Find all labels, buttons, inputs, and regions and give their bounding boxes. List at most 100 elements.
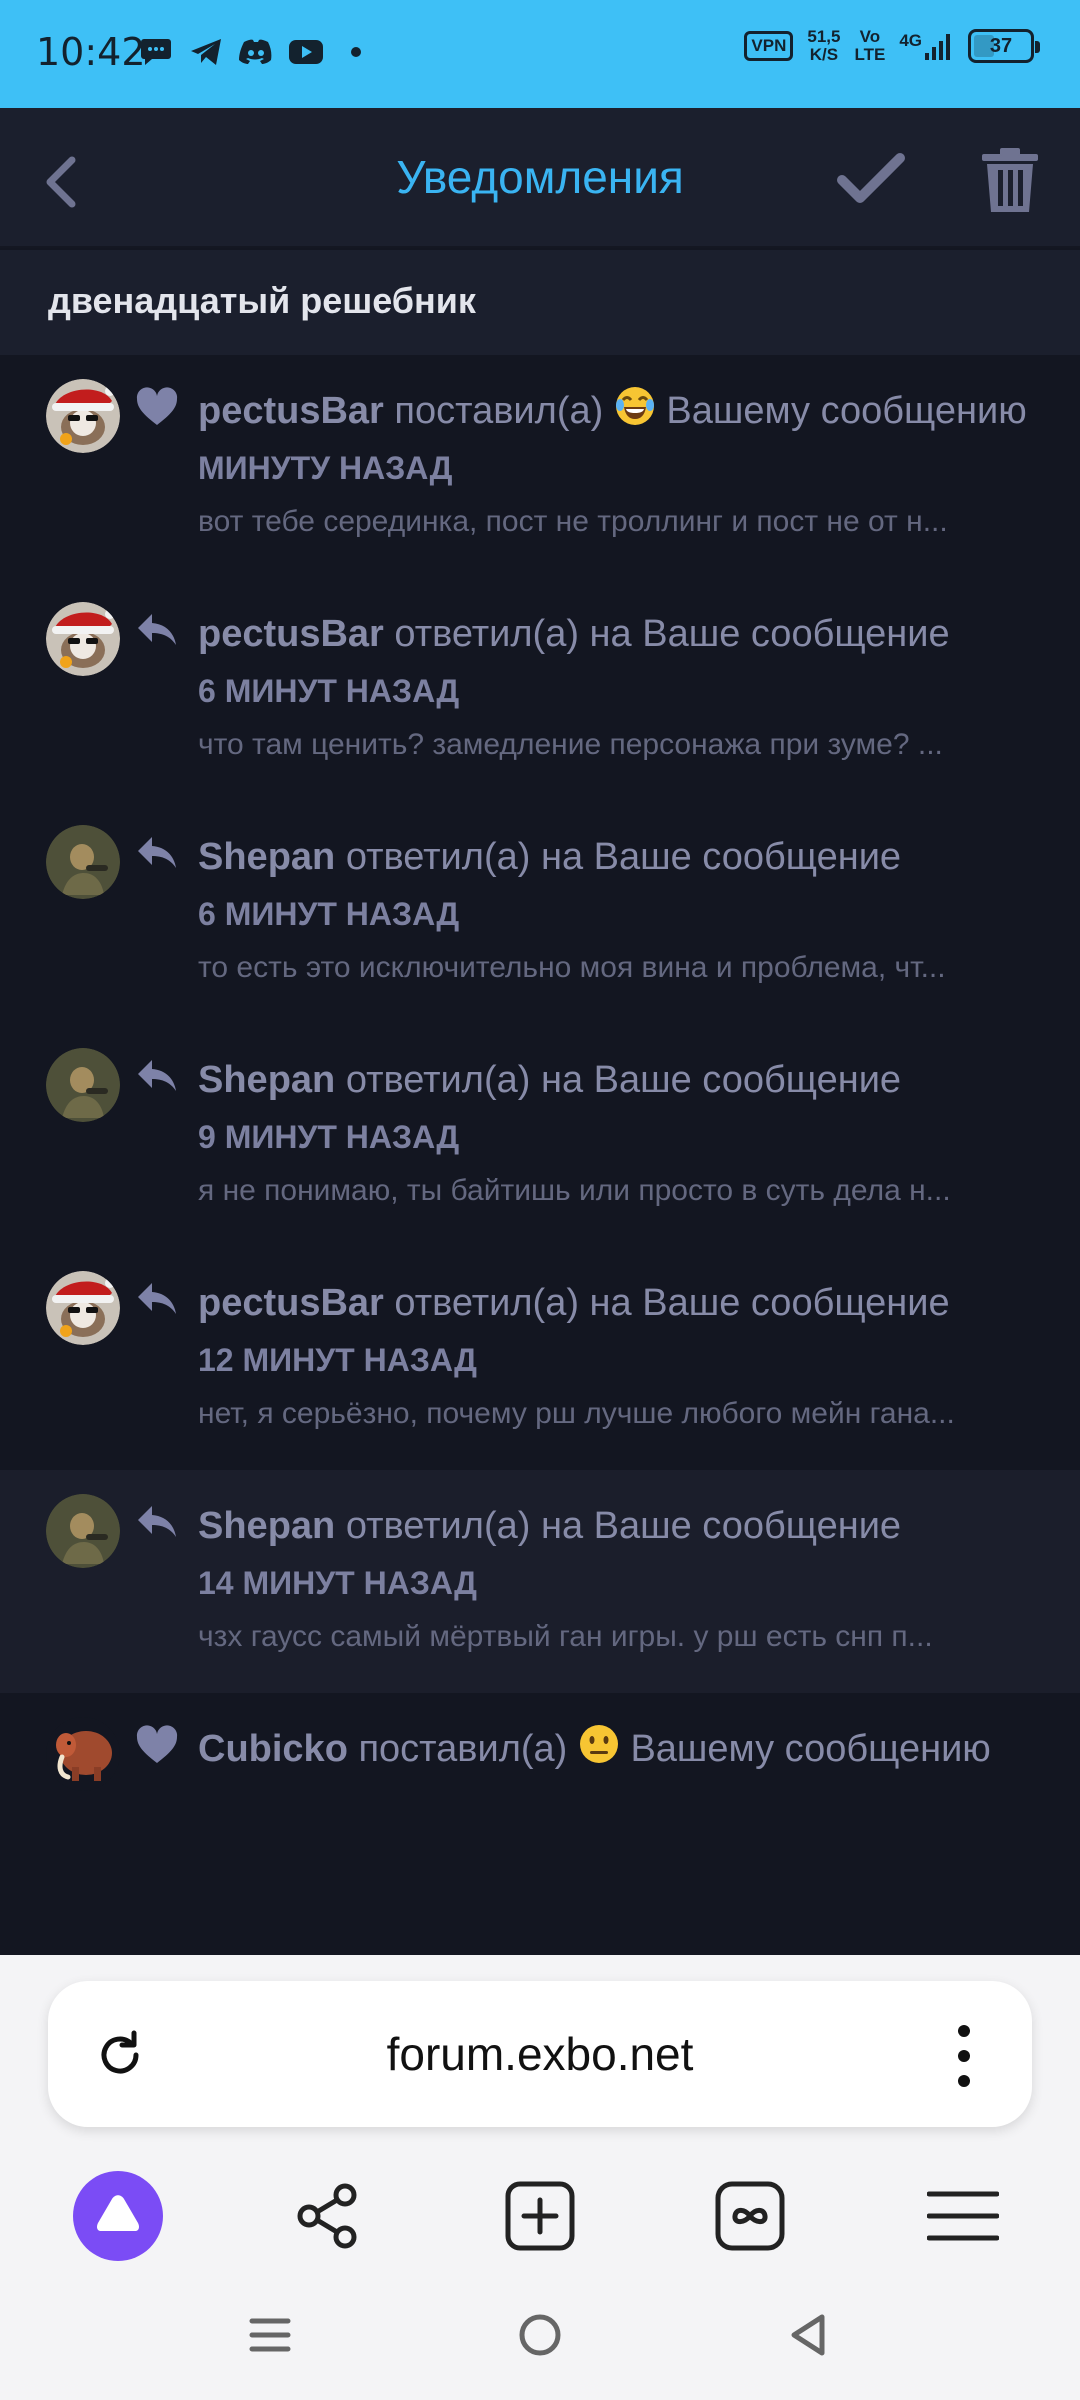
notification-icons — [138, 34, 374, 70]
address-bar[interactable]: forum.exbo.net — [48, 1981, 1032, 2127]
alice-assistant-button[interactable] — [71, 2169, 165, 2263]
notification-username[interactable]: Cubicko — [198, 1728, 348, 1770]
battery-icon: 37 — [968, 29, 1040, 63]
notification-item[interactable]: pectusBar ответил(а) на Ваше сообщение 6 … — [0, 578, 1080, 801]
new-tab-icon — [505, 2181, 575, 2251]
notification-item[interactable]: Shepan ответил(а) на Ваше сообщение 6 МИН… — [0, 801, 1080, 1024]
browser-menu-button[interactable] — [916, 2169, 1010, 2263]
url-text[interactable]: forum.exbo.net — [48, 2027, 1032, 2081]
notification-list: pectusBar поставил(а) Вашему сообщению МИ… — [0, 355, 1080, 1955]
trash-icon — [982, 148, 1038, 212]
hamburger-menu-icon — [927, 2191, 999, 2241]
notification-username[interactable]: Shepan — [198, 836, 335, 878]
notification-action: ответил(а) на Ваше сообщение — [394, 613, 950, 655]
system-navigation — [0, 2275, 1080, 2400]
notification-rest: Вашему сообщению — [630, 1728, 991, 1770]
notification-time: 14 МИНУТ НАЗАД — [198, 1565, 477, 1601]
reply-icon — [134, 831, 180, 877]
santa-hat-avatar[interactable] — [46, 379, 120, 453]
notification-item[interactable]: pectusBar поставил(а) Вашему сообщению МИ… — [0, 355, 1080, 578]
status-bar: 10:42 VPN 51,5 K/S Vo LTE 4G 37 — [0, 0, 1080, 108]
soldier-avatar[interactable] — [46, 1494, 120, 1568]
notification-text: Shepan ответил(а) на Ваше сообщение — [198, 1052, 1040, 1109]
notification-item[interactable]: Shepan ответил(а) на Ваше сообщение 9 МИН… — [0, 1024, 1080, 1247]
alice-assistant-icon — [73, 2171, 163, 2261]
volte-top: Vo — [859, 27, 881, 46]
recents-icon[interactable] — [240, 2305, 300, 2365]
youtube-icon — [288, 34, 324, 70]
notification-text: Shepan ответил(а) на Ваше сообщение — [198, 1498, 1040, 1555]
notification-username[interactable]: pectusBar — [198, 390, 384, 432]
notification-excerpt: то есть это исключительно моя вина и про… — [198, 951, 946, 984]
browser-bottom-nav — [0, 2155, 1080, 2265]
chat-bubble-icon — [138, 34, 174, 70]
reply-icon — [134, 608, 180, 654]
notification-text: Shepan ответил(а) на Ваше сообщение — [198, 829, 1040, 886]
kebab-menu-icon[interactable] — [952, 2023, 976, 2089]
home-icon[interactable] — [510, 2305, 570, 2365]
notification-item[interactable]: Cubicko поставил(а) Вашему сообщению — [0, 1693, 1080, 1806]
discord-icon — [238, 34, 274, 70]
volte-bottom: LTE — [854, 45, 886, 64]
mammoth-avatar[interactable] — [46, 1717, 120, 1791]
notification-time: МИНУТУ НАЗАД — [198, 450, 453, 486]
page-title: Уведомления — [396, 151, 684, 203]
notification-action: ответил(а) на Ваше сообщение — [345, 1505, 902, 1547]
telegram-icon — [188, 34, 224, 70]
reaction-emoji-icon — [578, 1723, 620, 1765]
reply-icon — [134, 1500, 180, 1546]
notification-time: 6 МИНУТ НАЗАД — [198, 673, 460, 709]
dot-icon — [338, 34, 374, 70]
notification-action: поставил(а) — [358, 1728, 568, 1770]
signal-icon: 4G — [899, 31, 954, 61]
reply-icon — [134, 1277, 180, 1323]
notification-time: 12 МИНУТ НАЗАД — [198, 1342, 477, 1378]
delete-all-button[interactable] — [980, 146, 1040, 214]
reaction-emoji-icon — [614, 385, 656, 427]
notification-username[interactable]: pectusBar — [198, 613, 384, 655]
net-speed: 51,5 K/S — [807, 28, 840, 64]
battery-level: 37 — [989, 34, 1013, 57]
notification-time: 9 МИНУТ НАЗАД — [198, 1119, 460, 1155]
volte-indicator: Vo LTE — [854, 28, 885, 64]
soldier-avatar[interactable] — [46, 825, 120, 899]
checkmark-icon — [837, 153, 905, 203]
new-tab-button[interactable] — [493, 2169, 587, 2263]
reply-icon — [134, 1054, 180, 1100]
status-right: VPN 51,5 K/S Vo LTE 4G 37 — [744, 28, 1040, 64]
notification-username[interactable]: pectusBar — [198, 1282, 384, 1324]
notification-excerpt: чзх гаусс самый мёртвый ган игры. у рш е… — [198, 1620, 933, 1653]
notification-item[interactable]: Shepan ответил(а) на Ваше сообщение 14 МИ… — [0, 1470, 1080, 1693]
heart-icon — [134, 1723, 180, 1769]
notification-item[interactable]: pectusBar ответил(а) на Ваше сообщение 12… — [0, 1247, 1080, 1470]
soldier-avatar[interactable] — [46, 1048, 120, 1122]
heart-icon — [134, 385, 180, 431]
notification-excerpt: нет, я серьёзно, почему рш лучше любого … — [198, 1397, 955, 1430]
net-speed-value: 51,5 — [807, 27, 841, 46]
vpn-badge: VPN — [744, 31, 794, 61]
notification-username[interactable]: Shepan — [198, 1059, 335, 1101]
tabs-button[interactable] — [703, 2169, 797, 2263]
discussion-title: двенадцатый решебник — [48, 280, 476, 321]
status-time: 10:42 — [36, 30, 146, 74]
notification-action: поставил(а) — [394, 390, 604, 432]
network-type: 4G — [899, 31, 922, 50]
santa-hat-avatar[interactable] — [46, 602, 120, 676]
browser-toolbar: forum.exbo.net — [0, 1955, 1080, 2400]
share-button[interactable] — [281, 2169, 375, 2263]
mark-all-read-button[interactable] — [836, 150, 906, 210]
app-header: Уведомления — [0, 108, 1080, 248]
notification-action: ответил(а) на Ваше сообщение — [345, 1059, 902, 1101]
notification-excerpt: вот тебе серединка, пост не троллинг и п… — [198, 505, 948, 538]
santa-hat-avatar[interactable] — [46, 1271, 120, 1345]
notification-text: Cubicko поставил(а) Вашему сообщению — [198, 1721, 1040, 1778]
back-triangle-icon[interactable] — [780, 2305, 840, 2365]
tabs-icon — [715, 2181, 785, 2251]
notification-excerpt: что там ценить? замедление персонажа при… — [198, 728, 943, 761]
notification-text: pectusBar ответил(а) на Ваше сообщение — [198, 606, 1040, 663]
notification-text: pectusBar поставил(а) Вашему сообщению — [198, 383, 1040, 440]
notification-username[interactable]: Shepan — [198, 1505, 335, 1547]
notification-rest: Вашему сообщению — [666, 390, 1027, 432]
discussion-group-header[interactable]: двенадцатый решебник — [0, 250, 1080, 355]
notification-time: 6 МИНУТ НАЗАД — [198, 896, 460, 932]
